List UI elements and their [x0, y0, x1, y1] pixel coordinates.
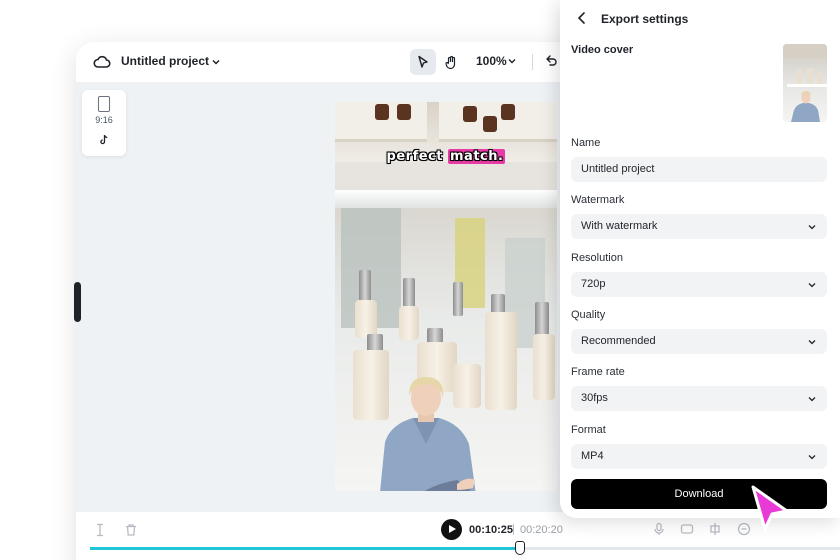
playback-progress[interactable] [90, 547, 840, 550]
cursor-arrow-icon [751, 485, 789, 531]
bottle [501, 104, 515, 120]
product-cap [403, 278, 415, 308]
product-bottle [399, 306, 419, 340]
field-label-name: Name [571, 137, 601, 149]
mic-icon[interactable] [652, 522, 666, 536]
play-button[interactable] [441, 519, 462, 540]
select-watermark[interactable]: With watermark [571, 214, 827, 240]
field-value: Recommended [581, 334, 656, 347]
video-caption[interactable]: perfect match. [335, 149, 557, 164]
product-bottle [533, 334, 555, 400]
video-cover-label: Video cover [571, 44, 634, 56]
project-title[interactable]: Untitled project [121, 54, 209, 68]
panel-title: Export settings [601, 12, 689, 26]
input-name[interactable]: Untitled project [571, 157, 827, 182]
chevron-down-icon [808, 339, 816, 345]
presenter-figure [380, 376, 476, 491]
bottle [483, 116, 497, 132]
hand-icon [444, 55, 455, 69]
bottle [463, 106, 477, 122]
trash-icon[interactable] [124, 523, 138, 537]
select-tool-button[interactable] [410, 49, 436, 75]
field-label-resolution: Resolution [571, 251, 623, 264]
product-bottle [485, 312, 517, 410]
field-label-watermark: Watermark [571, 194, 625, 207]
phone-ratio-icon [98, 96, 110, 112]
chevron-down-icon[interactable] [507, 56, 517, 66]
cloud-icon[interactable] [92, 52, 112, 72]
product-cap [535, 302, 549, 336]
aspect-ratio-label: 9:16 [95, 115, 113, 125]
caption-highlight: match. [448, 149, 506, 164]
product-cap [359, 270, 371, 302]
panel-resize-handle[interactable] [74, 282, 81, 322]
tiktok-icon [100, 134, 108, 145]
video-canvas[interactable]: perfect match. [335, 102, 557, 491]
chevron-down-icon [808, 397, 816, 402]
current-time: 00:10:25 [469, 524, 514, 536]
snap-icon[interactable] [708, 522, 722, 536]
field-label-format: Format [571, 423, 606, 436]
product-cap [453, 282, 463, 316]
toolbar-divider [532, 54, 533, 70]
caption-normal: perfect [386, 149, 448, 164]
field-value: MP4 [581, 449, 604, 462]
field-value: With watermark [581, 220, 658, 233]
zoom-level[interactable]: 100% [476, 54, 507, 68]
cover-preview-image [783, 44, 827, 122]
select-quality[interactable]: Recommended [571, 328, 827, 354]
product-box [439, 102, 557, 142]
field-value: Untitled project [581, 163, 655, 175]
glass-shelf [335, 190, 557, 208]
bottle [397, 104, 411, 120]
field-label-quality: Quality [571, 308, 606, 321]
progress-fill [90, 547, 518, 550]
select-pointer-icon [418, 55, 428, 68]
video-cover-thumbnail[interactable] [783, 44, 827, 122]
product-bottle [355, 300, 377, 338]
bottle [375, 104, 389, 120]
select-frame-rate[interactable]: 30fps [571, 386, 827, 412]
hand-tool-button[interactable] [438, 49, 464, 75]
field-value: 720p [581, 277, 606, 290]
total-time: 00:20:20 [520, 524, 563, 536]
back-chevron-icon[interactable] [576, 11, 588, 25]
chevron-down-icon[interactable] [210, 56, 222, 68]
field-value: 30fps [581, 392, 608, 405]
playhead-handle[interactable] [515, 541, 525, 555]
aspect-ratio-card[interactable]: 9:16 [82, 90, 126, 156]
chevron-down-icon [808, 225, 816, 230]
field-label-frame-rate: Frame rate [571, 366, 625, 379]
chevron-down-icon [808, 282, 816, 288]
product-cap [491, 294, 505, 314]
caption-track-icon[interactable] [680, 522, 694, 536]
time-divider [513, 524, 514, 535]
select-resolution[interactable]: 720p [571, 271, 827, 297]
undo-icon[interactable] [542, 53, 558, 69]
select-format[interactable]: MP4 [571, 443, 827, 469]
split-icon[interactable] [93, 523, 107, 537]
chevron-down-icon [808, 454, 816, 459]
